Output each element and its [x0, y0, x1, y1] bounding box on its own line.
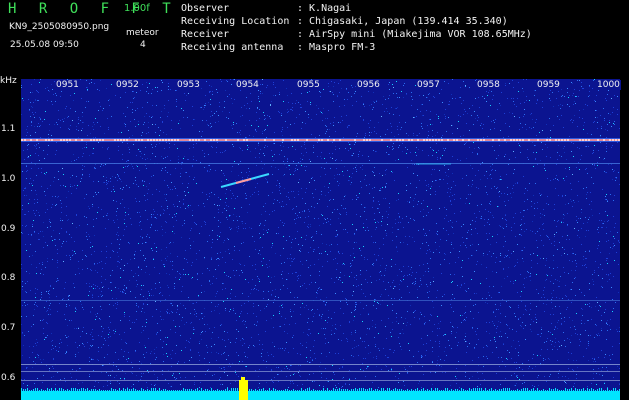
- time-tick-label: 0954: [235, 80, 260, 90]
- time-tick-label: 1000: [596, 80, 621, 90]
- carrier-line: [21, 139, 620, 141]
- meteor-echo-head: [235, 178, 252, 184]
- y-tick-label: 0.6: [1, 373, 16, 383]
- spectrogram-plot: [21, 79, 620, 400]
- file-name: KN9_2505080950.png: [9, 22, 110, 32]
- level-peak-top: [241, 377, 245, 381]
- time-tick-label: 0957: [416, 80, 441, 90]
- time-tick-label: 0952: [115, 80, 140, 90]
- header-panel: H R O F F T 1.00f KN9_2505080950.png met…: [0, 0, 629, 74]
- y-tick-label: 0.7: [1, 323, 16, 333]
- noise-speckle: [21, 79, 620, 388]
- level-bar: [21, 391, 620, 400]
- band-line: [21, 364, 620, 365]
- time-tick-label: 0958: [476, 80, 501, 90]
- time-tick-label: 0956: [356, 80, 381, 90]
- band-line: [21, 380, 620, 381]
- info-row-antenna: Receiving antenna: Maspro FM-3: [181, 42, 376, 53]
- capture-datetime: 25.05.08 09:50: [10, 40, 79, 50]
- time-tick-label: 0955: [296, 80, 321, 90]
- noise-speckle: [21, 79, 618, 388]
- spectrogram-canvas: [21, 79, 620, 400]
- noise-speckle: [21, 79, 620, 388]
- y-tick-label: 0.8: [1, 273, 16, 283]
- app-version: 1.00f: [124, 3, 150, 14]
- band-line: [21, 163, 620, 164]
- level-spikes: [21, 388, 620, 391]
- noise-speckle: [22, 79, 615, 388]
- station-info: Observer: K.Nagai Receiving Location: Ch…: [181, 2, 532, 54]
- band-line: [21, 371, 620, 372]
- y-tick-label: 0.9: [1, 224, 16, 234]
- y-axis-unit: kHz: [0, 76, 17, 86]
- time-tick-label: 0953: [176, 80, 201, 90]
- info-row-observer: Observer: K.Nagai: [181, 3, 352, 14]
- detection-mode: meteor: [126, 28, 159, 38]
- y-tick-label: 1.1: [1, 124, 16, 134]
- noise-speckle: [21, 79, 620, 387]
- info-row-location: Receiving Location: Chigasaki, Japan (13…: [181, 16, 508, 27]
- y-tick-label: 1.0: [1, 174, 16, 184]
- time-tick-label: 0951: [55, 80, 80, 90]
- level-peak: [239, 380, 248, 400]
- info-row-receiver: Receiver: AirSpy mini (Miakejima VOR 108…: [181, 29, 532, 40]
- time-tick-label: 0959: [536, 80, 561, 90]
- app-logo: H R O F F T: [8, 1, 178, 17]
- meteor-count: 4: [140, 40, 146, 50]
- band-line: [21, 300, 620, 301]
